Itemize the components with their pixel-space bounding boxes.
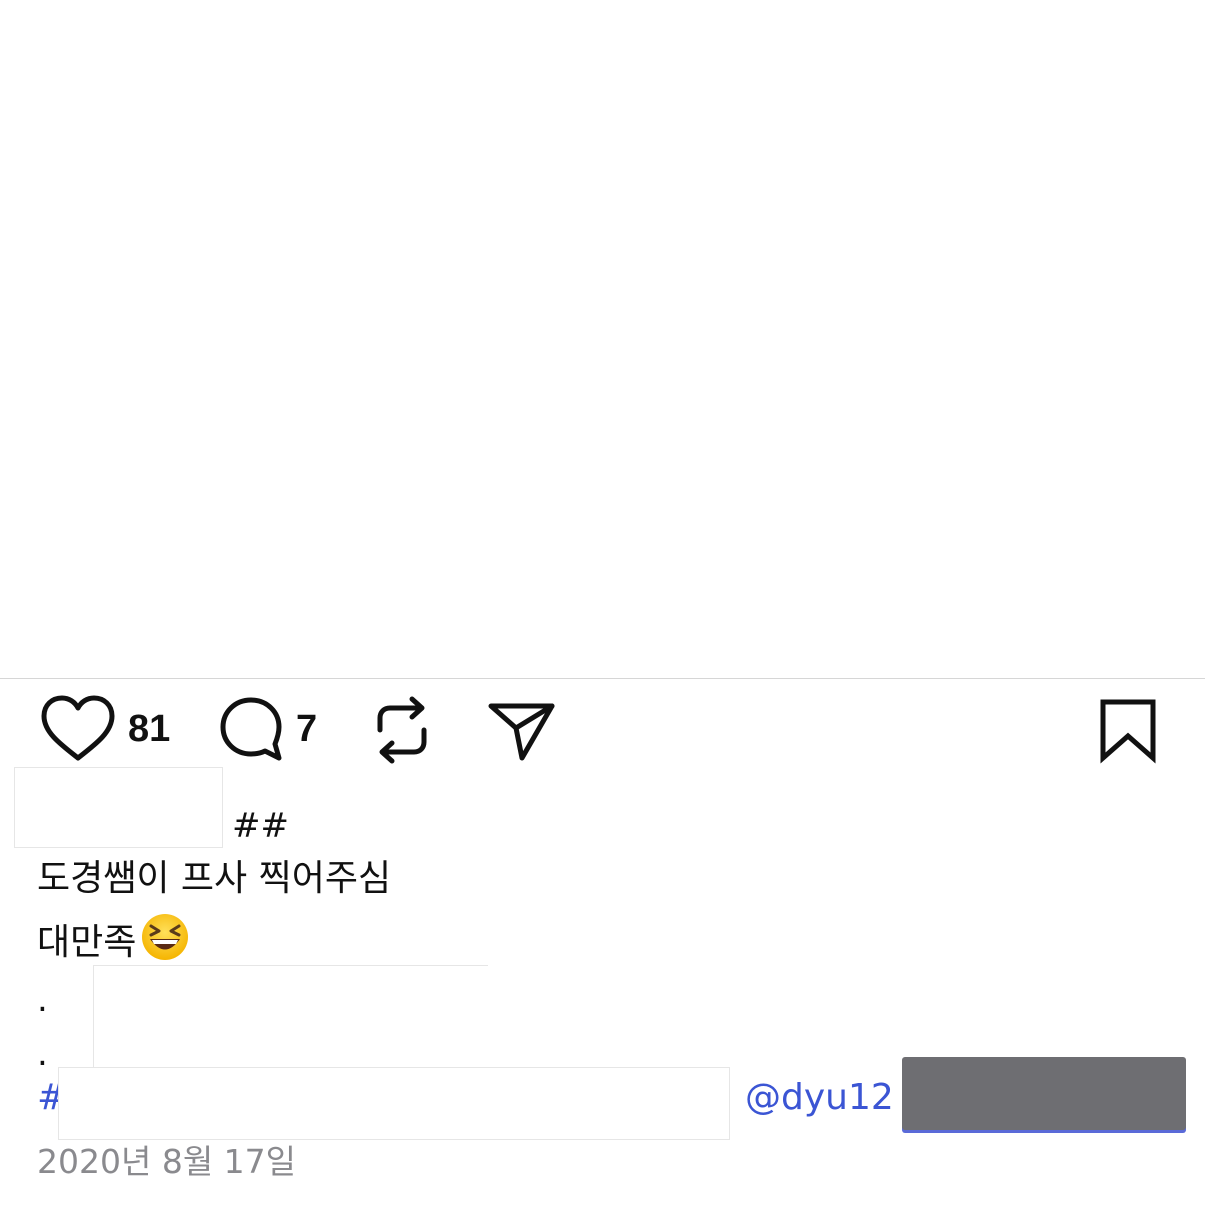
redacted-hashtags xyxy=(58,1067,730,1140)
divider xyxy=(0,678,1205,679)
redacted-mention-block xyxy=(902,1057,1186,1130)
repost-icon xyxy=(377,696,427,764)
bookmark-icon xyxy=(1100,699,1156,764)
share-button[interactable] xyxy=(486,694,558,764)
caption-line-1: 도경쌤이 프사 찍어주심 xyxy=(37,858,392,899)
mention-link[interactable]: @dyu12 xyxy=(745,1074,894,1122)
action-bar: 81 7 xyxy=(0,690,1205,770)
post-date: 2020년 8월 17일 xyxy=(37,1142,297,1181)
heart-icon xyxy=(41,695,115,761)
caption-hashes: ## xyxy=(232,806,289,846)
caption-line-2-text: 대만족 xyxy=(37,922,137,963)
comment-count: 7 xyxy=(296,707,318,750)
bookmark-button[interactable] xyxy=(1096,694,1160,764)
like-count: 81 xyxy=(128,707,171,750)
comment-button[interactable]: 7 xyxy=(218,694,317,764)
redacted-caption-block xyxy=(93,965,488,1071)
redacted-username xyxy=(14,767,223,848)
grinning-squinting-face-icon xyxy=(142,914,189,960)
post-image-area[interactable] xyxy=(0,0,1205,678)
repost-button[interactable] xyxy=(370,694,434,766)
caption-dot-2: . xyxy=(37,1034,48,1074)
like-button[interactable]: 81 xyxy=(40,694,170,764)
paper-plane-icon xyxy=(488,703,555,761)
caption-line-2: 대만족 xyxy=(37,912,190,965)
comment-icon xyxy=(220,697,282,761)
caption-dot-1: . xyxy=(37,980,48,1020)
